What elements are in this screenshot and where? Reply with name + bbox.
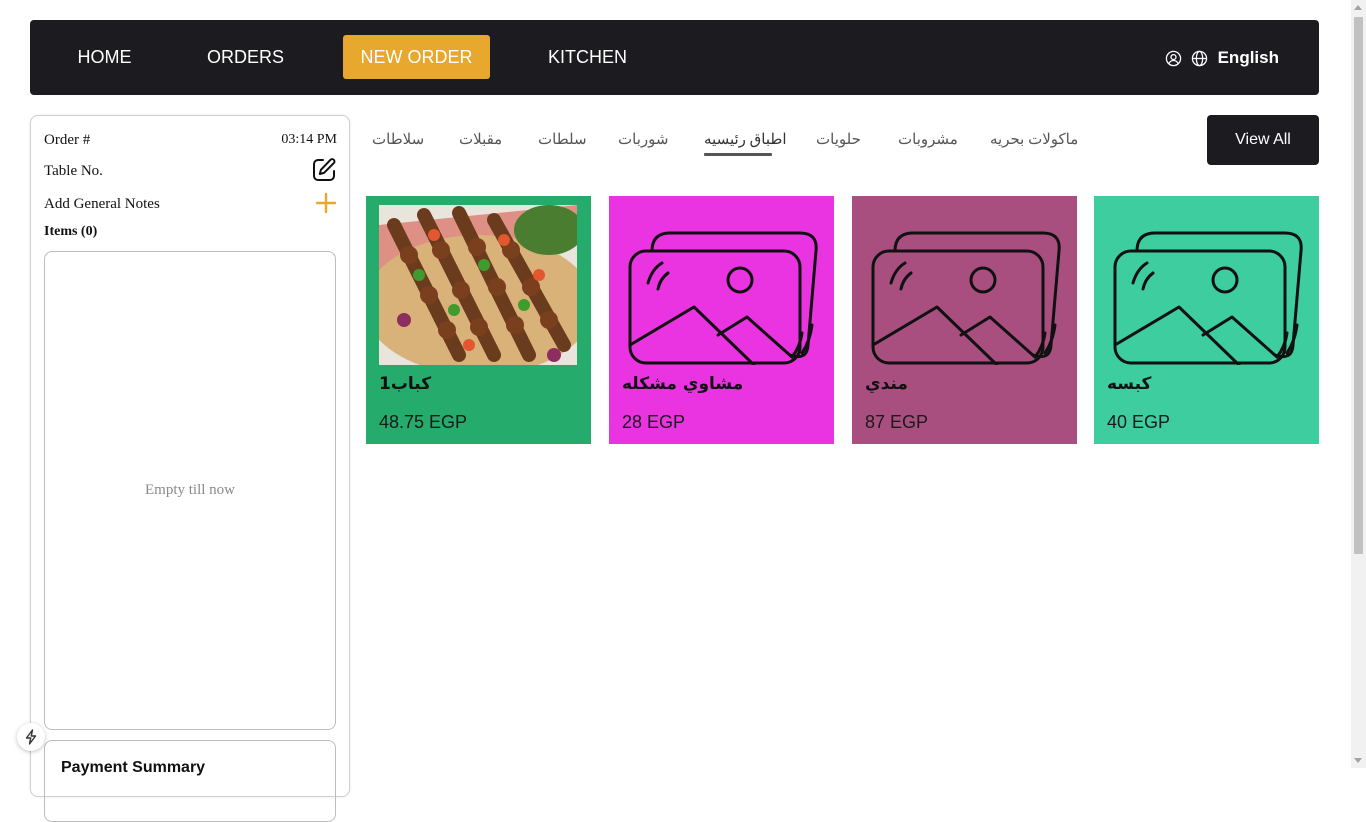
category-tab[interactable]: سلاطات (372, 130, 424, 149)
product-price: 87 EGP (865, 412, 929, 432)
items-count: Items (0) (44, 224, 98, 239)
product-card[interactable]: مشاوي مشكله 28 EGP (609, 196, 834, 444)
product-price: 40 EGP (1107, 412, 1171, 432)
payment-summary-title: Payment Summary (61, 759, 206, 776)
add-notes-icon[interactable] (315, 192, 337, 214)
edit-table-icon[interactable] (311, 157, 337, 183)
category-tab[interactable]: مشروبات (898, 130, 958, 149)
nav-right-group: English (1165, 47, 1279, 69)
scroll-down-arrow[interactable] (1354, 758, 1362, 763)
nav-new-order-link[interactable]: NEW ORDER (343, 35, 490, 79)
product-price: 28 EGP (622, 412, 686, 432)
general-notes-label: Add General Notes (44, 196, 160, 212)
category-tab-active[interactable]: اطباق رئيسيه (704, 130, 787, 149)
kebab-photo (366, 205, 591, 375)
product-price: 48.75 EGP (379, 412, 468, 432)
table-number-label: Table No. (44, 163, 103, 179)
globe-icon[interactable] (1191, 50, 1208, 67)
payment-summary: Payment Summary (44, 740, 336, 822)
order-items-list: Empty till now (44, 251, 336, 730)
active-tab-underline (704, 153, 772, 156)
product-name: مشاوي مشكله (622, 374, 744, 394)
order-panel: Order # 03:14 PM Table No. Add General N… (30, 115, 350, 822)
image-placeholder-icon (1107, 205, 1305, 367)
view-all-button[interactable]: View All (1207, 115, 1319, 165)
scroll-thumb[interactable] (1354, 17, 1363, 554)
category-tab[interactable]: حلويات (816, 130, 861, 149)
nav-kitchen-link[interactable]: KITCHEN (537, 35, 638, 79)
page-scrollbar[interactable] (1351, 0, 1366, 768)
language-selector[interactable]: English (1218, 48, 1279, 68)
scroll-up-arrow[interactable] (1354, 5, 1362, 10)
product-card[interactable]: كباب1 48.75 EGP (366, 196, 591, 444)
product-name: كباب1 (379, 374, 432, 394)
category-tab[interactable]: ماكولات بحريه (990, 130, 1078, 149)
order-time: 03:14 PM (281, 132, 337, 147)
user-icon[interactable] (1165, 50, 1182, 67)
bolt-icon[interactable] (17, 723, 45, 751)
image-placeholder-icon (622, 205, 820, 367)
top-navbar: HOME ORDERS NEW ORDER KITCHEN English (30, 20, 1319, 95)
empty-items-text: Empty till now (145, 482, 235, 498)
category-tab[interactable]: مقبلات (459, 130, 502, 149)
nav-home-link[interactable]: HOME (66, 35, 143, 79)
product-card[interactable]: مندي 87 EGP (852, 196, 1077, 444)
category-tab[interactable]: شوربات (618, 130, 668, 149)
image-placeholder-icon (865, 205, 1063, 367)
nav-orders-link[interactable]: ORDERS (197, 35, 294, 79)
category-tab[interactable]: سلطات (538, 130, 587, 149)
product-card[interactable]: كبسه 40 EGP (1094, 196, 1319, 444)
product-name: مندي (865, 374, 908, 394)
product-name: كبسه (1107, 374, 1152, 394)
